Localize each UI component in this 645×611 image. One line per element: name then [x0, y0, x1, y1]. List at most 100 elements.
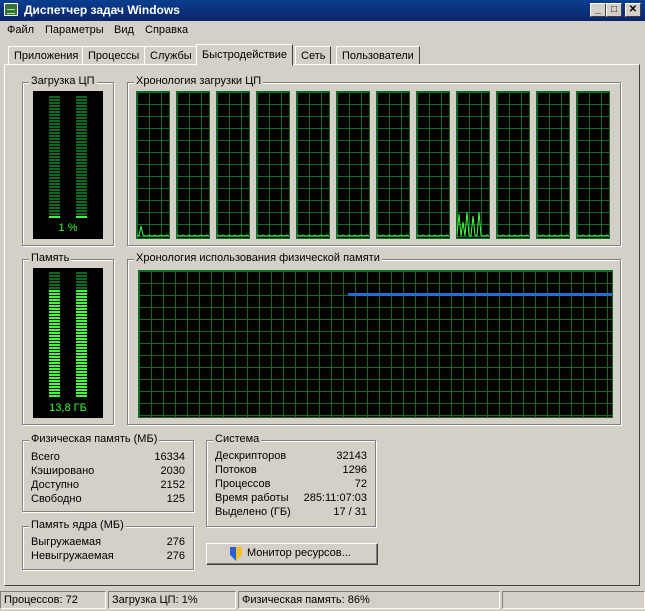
gauge-led-segment [76, 168, 87, 170]
title-bar[interactable]: Диспетчер задач Windows _ □ ✕ [0, 0, 645, 21]
gauge-led-segment [49, 177, 60, 179]
tab-performance[interactable]: Быстродействие [196, 44, 293, 66]
gauge-led-segment [49, 168, 60, 170]
gauge-led-segment [49, 371, 60, 373]
gauge-led-segment [76, 356, 87, 358]
cpu-core-graph [336, 91, 370, 239]
gauge-led-segment [76, 395, 87, 397]
system-row: Время работы 285:11:07:03 [215, 492, 367, 506]
gauge-led-column [49, 91, 60, 239]
gauge-led-segment [76, 365, 87, 367]
cpu-gauge: 1 % [33, 91, 103, 239]
cpu-core-line [177, 234, 209, 237]
gauge-led-segment [49, 165, 60, 167]
gauge-led-segment [76, 135, 87, 137]
gauge-led-segment [49, 180, 60, 182]
menu-options[interactable]: Параметры [45, 24, 104, 36]
gauge-led-segment [49, 195, 60, 197]
gauge-led-segment [49, 284, 60, 286]
gauge-led-segment [76, 114, 87, 116]
gauge-led-segment [76, 204, 87, 206]
cpu-core-graph [216, 91, 250, 239]
row-value: 16334 [154, 451, 185, 463]
gauge-led-segment [49, 207, 60, 209]
menu-view[interactable]: Вид [114, 24, 134, 36]
gauge-led-segment [76, 311, 87, 313]
gauge-led-column [76, 268, 87, 418]
system-row: Выделено (ГБ) 17 / 31 [215, 506, 367, 520]
cpu-core-graph [256, 91, 290, 239]
close-button[interactable]: ✕ [625, 3, 641, 17]
gauge-led-segment [49, 341, 60, 343]
cpu-core-line [457, 211, 489, 237]
memory-group: Память 13,8 ГБ [22, 252, 114, 425]
gauge-led-segment [76, 371, 87, 373]
gauge-led-segment [49, 204, 60, 206]
physical-memory-row: Свободно 125 [31, 493, 185, 507]
gauge-led-segment [76, 305, 87, 307]
gauge-led-segment [76, 195, 87, 197]
gauge-led-segment [76, 272, 87, 274]
row-label: Выгружаемая [31, 536, 102, 548]
gauge-led-segment [49, 365, 60, 367]
gauge-led-segment [76, 344, 87, 346]
gauge-led-segment [49, 156, 60, 158]
tab-services[interactable]: Службы [144, 46, 198, 65]
gauge-led-segment [76, 186, 87, 188]
gauge-led-segment [49, 201, 60, 203]
gauge-led-segment [49, 326, 60, 328]
gauge-led-segment [49, 105, 60, 107]
gauge-led-segment [76, 317, 87, 319]
gauge-led-segment [76, 275, 87, 277]
gauge-led-segment [49, 117, 60, 119]
cpu-core-graph [136, 91, 170, 239]
gauge-led-segment [49, 368, 60, 370]
gauge-led-segment [76, 126, 87, 128]
gauge-led-segment [49, 120, 60, 122]
tab-processes[interactable]: Процессы [82, 46, 146, 65]
cpu-core-line [297, 234, 329, 237]
gauge-led-segment [76, 374, 87, 376]
gauge-led-segment [76, 290, 87, 292]
window-title: Диспетчер задач Windows [24, 3, 180, 17]
tab-users[interactable]: Пользователи [336, 46, 420, 65]
maximize-button[interactable]: □ [606, 3, 622, 17]
gauge-led-segment [49, 374, 60, 376]
row-value: 72 [354, 478, 367, 490]
resource-monitor-label: Монитор ресурсов... [247, 547, 351, 559]
tab-applications[interactable]: Приложения [8, 46, 85, 65]
gauge-led-segment [49, 186, 60, 188]
cpu-core-line [257, 234, 289, 237]
cpu-core-line [497, 234, 529, 237]
gauge-led-segment [76, 380, 87, 382]
physical-memory-row: Доступно 2152 [31, 479, 185, 493]
resource-monitor-button[interactable]: Монитор ресурсов... [206, 543, 378, 565]
gauge-led-column [49, 268, 60, 418]
cpu-core-graph [296, 91, 330, 239]
gauge-led-segment [49, 96, 60, 98]
row-value: 276 [166, 536, 185, 548]
row-label: Доступно [31, 479, 80, 491]
memory-history-line [348, 293, 612, 296]
gauge-led-segment [49, 108, 60, 110]
menu-bar: Файл Параметры Вид Справка [0, 22, 645, 40]
row-value: 2030 [160, 465, 185, 477]
minimize-button[interactable]: _ [590, 3, 606, 17]
cpu-gauge-bar [33, 91, 103, 239]
gauge-led-segment [49, 150, 60, 152]
kernel-memory-row: Невыгружаемая 276 [31, 550, 185, 564]
gauge-led-segment [49, 395, 60, 397]
menu-file[interactable]: Файл [7, 24, 34, 36]
status-memory: Физическая память: 86% [238, 591, 500, 609]
gauge-led-segment [49, 144, 60, 146]
cpu-history-group: Хронология загрузки ЦП [127, 75, 621, 246]
tab-network[interactable]: Сеть [295, 46, 332, 65]
gauge-led-segment [76, 323, 87, 325]
gauge-led-segment [49, 305, 60, 307]
status-empty [502, 591, 645, 609]
gauge-led-segment [49, 132, 60, 134]
menu-help[interactable]: Справка [145, 24, 188, 36]
gauge-led-segment [76, 320, 87, 322]
cpu-history-label: Хронология загрузки ЦП [134, 75, 264, 87]
gauge-led-segment [49, 392, 60, 394]
